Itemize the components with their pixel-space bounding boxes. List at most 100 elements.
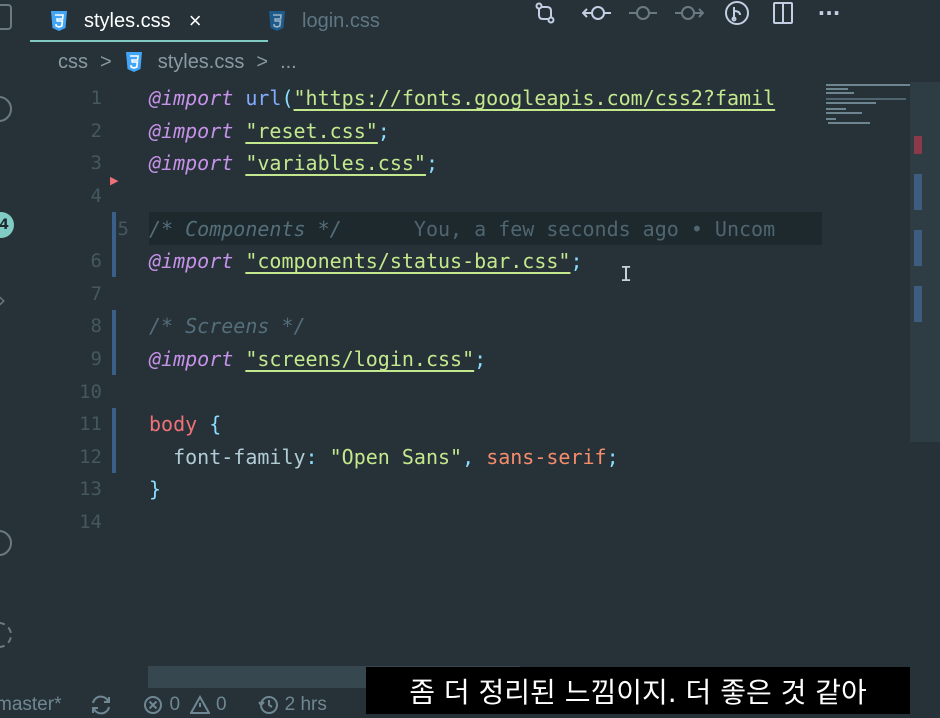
keyword: @import <box>149 118 234 143</box>
close-icon[interactable]: × <box>189 8 202 34</box>
git-blame-annotation: You, a few seconds ago • Uncom <box>413 216 776 241</box>
line-number: 11 <box>79 413 102 436</box>
keyword: @import <box>149 151 234 176</box>
branch-indicator[interactable]: master* <box>0 694 61 716</box>
code-line: 4 <box>22 180 822 213</box>
breadcrumb: css > styles.css > ... <box>58 48 297 76</box>
punctuation: , <box>462 444 475 469</box>
code-line: 3 @import "variables.css"; <box>22 147 822 180</box>
string: "screens/login.css" <box>245 347 475 372</box>
code-line: 13 } <box>22 473 822 506</box>
activity-bar: 4 › <box>0 0 22 692</box>
minimap-line <box>826 92 854 94</box>
keyword: @import <box>149 86 234 111</box>
breadcrumb-more[interactable]: ... <box>280 51 297 74</box>
line-number: 14 <box>79 511 102 534</box>
punctuation: ; <box>474 347 487 372</box>
scrollbar-change-marker <box>914 136 922 154</box>
punctuation: ( <box>281 86 294 111</box>
minimap-line <box>826 84 910 86</box>
comment: /* Screens */ <box>149 314 306 339</box>
string: "reset.css" <box>245 118 378 143</box>
error-count: 0 <box>169 694 181 715</box>
code-line: 14 <box>22 506 822 539</box>
search-icon[interactable] <box>0 96 12 122</box>
punctuation: ; <box>425 151 439 176</box>
minimap-line <box>826 118 836 120</box>
breadcrumb-file[interactable]: styles.css <box>158 51 245 74</box>
code-editor[interactable]: ▶ 1 @import url("https://fonts.googleapi… <box>22 82 822 552</box>
punctuation: : <box>305 444 318 469</box>
line-number: 4 <box>90 185 102 208</box>
video-subtitle: 좀 더 정리된 느낌이지. 더 좋은 것 같아 <box>366 667 910 714</box>
code-line: 8 /* Screens */ <box>22 310 822 343</box>
scrollbar-change-marker <box>914 230 922 266</box>
minimap-line <box>826 88 848 90</box>
code-line: 9 @import "screens/login.css"; <box>22 343 822 376</box>
function-name: url <box>245 86 282 111</box>
breadcrumb-folder[interactable]: css <box>58 51 88 74</box>
css-property: font-family <box>173 444 306 469</box>
warning-count: 0 <box>216 694 227 715</box>
keyword: @import <box>149 249 234 274</box>
breadcrumb-separator: > <box>100 50 112 73</box>
tab-login-css[interactable]: login.css <box>266 0 380 42</box>
problems-indicator[interactable]: 0 0 <box>143 694 227 716</box>
source-control-badge[interactable]: 4 <box>0 212 14 238</box>
string: "components/status-bar.css" <box>245 249 571 274</box>
line-number: 5 <box>117 217 129 240</box>
tab-label: styles.css <box>84 9 171 32</box>
minimap-line <box>826 102 876 104</box>
css3-icon <box>48 10 70 32</box>
code-line-current: 5 /* Components */ You, a few seconds ag… <box>118 212 822 245</box>
history-icon <box>257 696 278 714</box>
punctuation: { <box>209 412 222 437</box>
css-value: sans-serif <box>486 444 607 469</box>
code-line: 7 <box>22 278 822 311</box>
line-number: 1 <box>90 87 102 110</box>
code-line: 6 @import "components/status-bar.css"; <box>22 245 822 278</box>
go-back-commit-icon[interactable] <box>582 0 612 26</box>
settings-gear-icon[interactable] <box>0 622 12 648</box>
comment: /* Components */ <box>149 216 342 241</box>
source-control-icon[interactable] <box>530 0 560 26</box>
code-line: 2 @import "reset.css"; <box>22 115 822 148</box>
scrollbar-change-marker <box>914 174 922 210</box>
explorer-icon[interactable] <box>0 4 12 30</box>
minimap[interactable] <box>822 82 912 128</box>
css3-icon <box>266 10 288 32</box>
more-actions-icon[interactable]: ··· <box>814 0 844 26</box>
code-line: 12 font-family: "Open Sans", sans-serif; <box>22 441 822 474</box>
line-number: 13 <box>79 478 102 501</box>
css3-icon <box>124 51 144 73</box>
string: "Open Sans" <box>329 444 463 469</box>
minimap-line <box>826 108 846 110</box>
line-number: 3 <box>90 152 102 175</box>
line-number: 6 <box>90 250 102 273</box>
punctuation: ; <box>570 249 583 274</box>
run-debug-icon[interactable]: › <box>0 288 6 312</box>
line-number: 10 <box>79 380 102 403</box>
go-forward-commit-icon[interactable] <box>674 0 704 26</box>
text-cursor: I <box>620 262 633 286</box>
line-number: 7 <box>90 282 102 305</box>
split-editor-icon[interactable] <box>768 0 798 26</box>
warning-icon <box>190 695 211 714</box>
punctuation: ; <box>377 118 390 143</box>
time-tracker[interactable]: 2 hrs <box>257 694 327 716</box>
punctuation: ; <box>606 444 619 469</box>
breadcrumb-separator: > <box>256 50 269 73</box>
line-number: 12 <box>79 445 102 468</box>
remote-explorer-icon[interactable] <box>0 530 12 556</box>
git-graph-icon[interactable] <box>722 0 752 26</box>
time-label: 2 hrs <box>284 694 327 715</box>
code-line: 11 body { <box>22 408 822 441</box>
css-selector: body <box>149 412 198 437</box>
tab-styles-css[interactable]: styles.css × <box>30 0 268 42</box>
string: "https://fonts.googleapis.com/css2?famil <box>293 86 776 111</box>
punctuation: } <box>149 477 162 502</box>
sync-icon[interactable] <box>89 694 113 716</box>
tab-label: login.css <box>302 9 380 32</box>
current-commit-icon[interactable] <box>628 0 658 26</box>
code-line: 1 @import url("https://fonts.googleapis.… <box>22 82 822 115</box>
